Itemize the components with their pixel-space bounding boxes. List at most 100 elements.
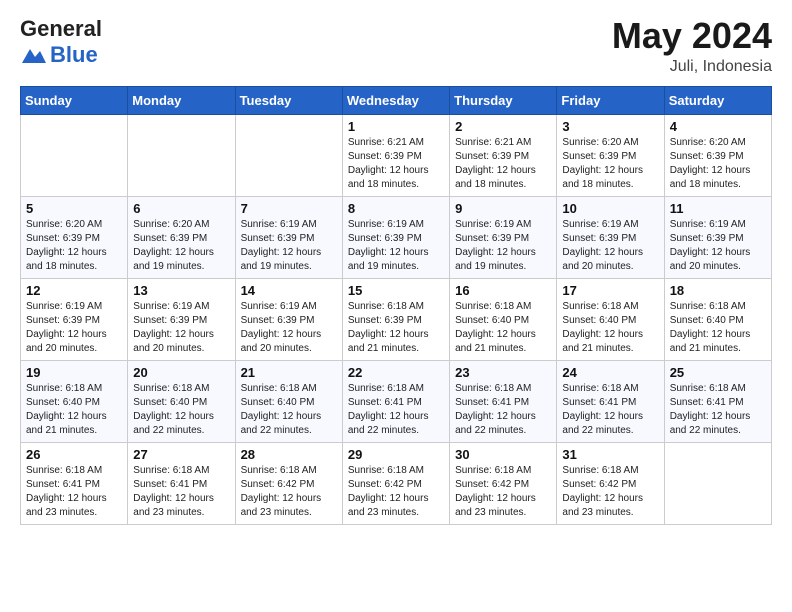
weekday-header-thursday: Thursday	[450, 86, 557, 114]
calendar-cell: 15Sunrise: 6:18 AM Sunset: 6:39 PM Dayli…	[342, 278, 449, 360]
day-number: 5	[26, 201, 122, 216]
weekday-header-sunday: Sunday	[21, 86, 128, 114]
day-number: 29	[348, 447, 444, 462]
day-info: Sunrise: 6:18 AM Sunset: 6:40 PM Dayligh…	[133, 382, 229, 438]
day-info: Sunrise: 6:19 AM Sunset: 6:39 PM Dayligh…	[562, 218, 658, 274]
calendar-cell: 11Sunrise: 6:19 AM Sunset: 6:39 PM Dayli…	[664, 196, 771, 278]
day-number: 22	[348, 365, 444, 380]
weekday-header-monday: Monday	[128, 86, 235, 114]
day-info: Sunrise: 6:18 AM Sunset: 6:40 PM Dayligh…	[670, 300, 766, 356]
calendar-cell: 17 Sunrise: 6:18 AM Sunset: 6:40 PM Dayli…	[557, 278, 664, 360]
day-number: 12	[26, 283, 122, 298]
day-number: 10	[562, 201, 658, 216]
calendar-cell: 23Sunrise: 6:18 AM Sunset: 6:41 PM Dayli…	[450, 360, 557, 442]
calendar-cell: 27Sunrise: 6:18 AM Sunset: 6:41 PM Dayli…	[128, 442, 235, 524]
calendar-week-row: 5 Sunrise: 6:20 AM Sunset: 6:39 PM Daylig…	[21, 196, 772, 278]
day-number: 9	[455, 201, 551, 216]
day-info: Sunrise: 6:18 AM Sunset: 6:42 PM Dayligh…	[241, 464, 337, 520]
day-number: 16	[455, 283, 551, 298]
day-info: Sunrise: 6:19 AM Sunset: 6:39 PM Dayligh…	[133, 300, 229, 356]
calendar-week-row: 19 Sunrise: 6:18 AM Sunset: 6:40 PM Dayli…	[21, 360, 772, 442]
day-info: Sunrise: 6:18 AM Sunset: 6:42 PM Dayligh…	[455, 464, 551, 520]
day-number: 8	[348, 201, 444, 216]
calendar-cell: 8 Sunrise: 6:19 AM Sunset: 6:39 PM Daylig…	[342, 196, 449, 278]
calendar-cell: 31 Sunrise: 6:18 AM Sunset: 6:42 PM Dayli…	[557, 442, 664, 524]
logo-general: General	[20, 16, 102, 42]
calendar-week-row: 26 Sunrise: 6:18 AM Sunset: 6:41 PM Dayli…	[21, 442, 772, 524]
logo-blue-label: Blue	[50, 42, 98, 68]
calendar-cell: 6 Sunrise: 6:20 AM Sunset: 6:39 PM Daylig…	[128, 196, 235, 278]
day-number: 17	[562, 283, 658, 298]
logo-arrow-icon	[20, 45, 48, 65]
day-number: 11	[670, 201, 766, 216]
day-info: Sunrise: 6:18 AM Sunset: 6:41 PM Dayligh…	[670, 382, 766, 438]
calendar-cell: 30 Sunrise: 6:18 AM Sunset: 6:42 PM Dayli…	[450, 442, 557, 524]
calendar-cell: 10 Sunrise: 6:19 AM Sunset: 6:39 PM Dayli…	[557, 196, 664, 278]
day-number: 7	[241, 201, 337, 216]
day-info: Sunrise: 6:18 AM Sunset: 6:40 PM Dayligh…	[241, 382, 337, 438]
day-number: 3	[562, 119, 658, 134]
day-number: 4	[670, 119, 766, 134]
day-info: Sunrise: 6:18 AM Sunset: 6:40 PM Dayligh…	[562, 300, 658, 356]
main-title: May 2024	[612, 16, 772, 56]
logo-blue-row: Blue	[20, 42, 98, 68]
calendar-cell: 24Sunrise: 6:18 AM Sunset: 6:41 PM Dayli…	[557, 360, 664, 442]
day-info: Sunrise: 6:19 AM Sunset: 6:39 PM Dayligh…	[348, 218, 444, 274]
sub-title: Juli, Indonesia	[612, 58, 772, 76]
calendar-cell	[235, 114, 342, 196]
day-info: Sunrise: 6:18 AM Sunset: 6:40 PM Dayligh…	[455, 300, 551, 356]
weekday-header-saturday: Saturday	[664, 86, 771, 114]
day-number: 31	[562, 447, 658, 462]
calendar-cell: 13 Sunrise: 6:19 AM Sunset: 6:39 PM Dayli…	[128, 278, 235, 360]
day-info: Sunrise: 6:19 AM Sunset: 6:39 PM Dayligh…	[241, 300, 337, 356]
day-info: Sunrise: 6:19 AM Sunset: 6:39 PM Dayligh…	[26, 300, 122, 356]
day-number: 18	[670, 283, 766, 298]
weekday-header-tuesday: Tuesday	[235, 86, 342, 114]
calendar-cell: 28 Sunrise: 6:18 AM Sunset: 6:42 PM Dayli…	[235, 442, 342, 524]
page: General Blue May 2024 Juli, Indonesia Su…	[0, 0, 792, 612]
day-info: Sunrise: 6:18 AM Sunset: 6:41 PM Dayligh…	[133, 464, 229, 520]
day-info: Sunrise: 6:18 AM Sunset: 6:41 PM Dayligh…	[26, 464, 122, 520]
weekday-header-friday: Friday	[557, 86, 664, 114]
day-number: 26	[26, 447, 122, 462]
day-number: 13	[133, 283, 229, 298]
calendar-table: SundayMondayTuesdayWednesdayThursdayFrid…	[20, 86, 772, 525]
day-number: 2	[455, 119, 551, 134]
day-info: Sunrise: 6:21 AM Sunset: 6:39 PM Dayligh…	[455, 136, 551, 192]
logo-name-row: General	[20, 16, 102, 42]
day-number: 23	[455, 365, 551, 380]
calendar-cell: 4 Sunrise: 6:20 AM Sunset: 6:39 PM Daylig…	[664, 114, 771, 196]
day-info: Sunrise: 6:20 AM Sunset: 6:39 PM Dayligh…	[133, 218, 229, 274]
calendar-cell	[664, 442, 771, 524]
calendar-cell: 14 Sunrise: 6:19 AM Sunset: 6:39 PM Dayli…	[235, 278, 342, 360]
day-number: 1	[348, 119, 444, 134]
day-info: Sunrise: 6:20 AM Sunset: 6:39 PM Dayligh…	[562, 136, 658, 192]
calendar-cell: 7 Sunrise: 6:19 AM Sunset: 6:39 PM Daylig…	[235, 196, 342, 278]
title-block: May 2024 Juli, Indonesia	[612, 16, 772, 76]
day-info: Sunrise: 6:20 AM Sunset: 6:39 PM Dayligh…	[670, 136, 766, 192]
day-number: 6	[133, 201, 229, 216]
day-info: Sunrise: 6:18 AM Sunset: 6:40 PM Dayligh…	[26, 382, 122, 438]
logo: General Blue	[20, 16, 102, 68]
calendar-cell: 19 Sunrise: 6:18 AM Sunset: 6:40 PM Dayli…	[21, 360, 128, 442]
day-info: Sunrise: 6:21 AM Sunset: 6:39 PM Dayligh…	[348, 136, 444, 192]
day-number: 14	[241, 283, 337, 298]
day-info: Sunrise: 6:18 AM Sunset: 6:41 PM Dayligh…	[562, 382, 658, 438]
day-number: 19	[26, 365, 122, 380]
calendar-cell: 9Sunrise: 6:19 AM Sunset: 6:39 PM Daylig…	[450, 196, 557, 278]
calendar-cell: 26 Sunrise: 6:18 AM Sunset: 6:41 PM Dayli…	[21, 442, 128, 524]
calendar-cell: 20 Sunrise: 6:18 AM Sunset: 6:40 PM Dayli…	[128, 360, 235, 442]
day-number: 30	[455, 447, 551, 462]
calendar-cell: 22Sunrise: 6:18 AM Sunset: 6:41 PM Dayli…	[342, 360, 449, 442]
calendar-week-row: 1 Sunrise: 6:21 AM Sunset: 6:39 PM Daylig…	[21, 114, 772, 196]
day-number: 21	[241, 365, 337, 380]
calendar-cell: 25 Sunrise: 6:18 AM Sunset: 6:41 PM Dayli…	[664, 360, 771, 442]
day-number: 20	[133, 365, 229, 380]
day-number: 25	[670, 365, 766, 380]
day-info: Sunrise: 6:19 AM Sunset: 6:39 PM Dayligh…	[241, 218, 337, 274]
day-number: 28	[241, 447, 337, 462]
calendar-cell: 16 Sunrise: 6:18 AM Sunset: 6:40 PM Dayli…	[450, 278, 557, 360]
day-info: Sunrise: 6:18 AM Sunset: 6:42 PM Dayligh…	[562, 464, 658, 520]
calendar-cell: 2 Sunrise: 6:21 AM Sunset: 6:39 PM Daylig…	[450, 114, 557, 196]
calendar-cell: 12 Sunrise: 6:19 AM Sunset: 6:39 PM Dayli…	[21, 278, 128, 360]
